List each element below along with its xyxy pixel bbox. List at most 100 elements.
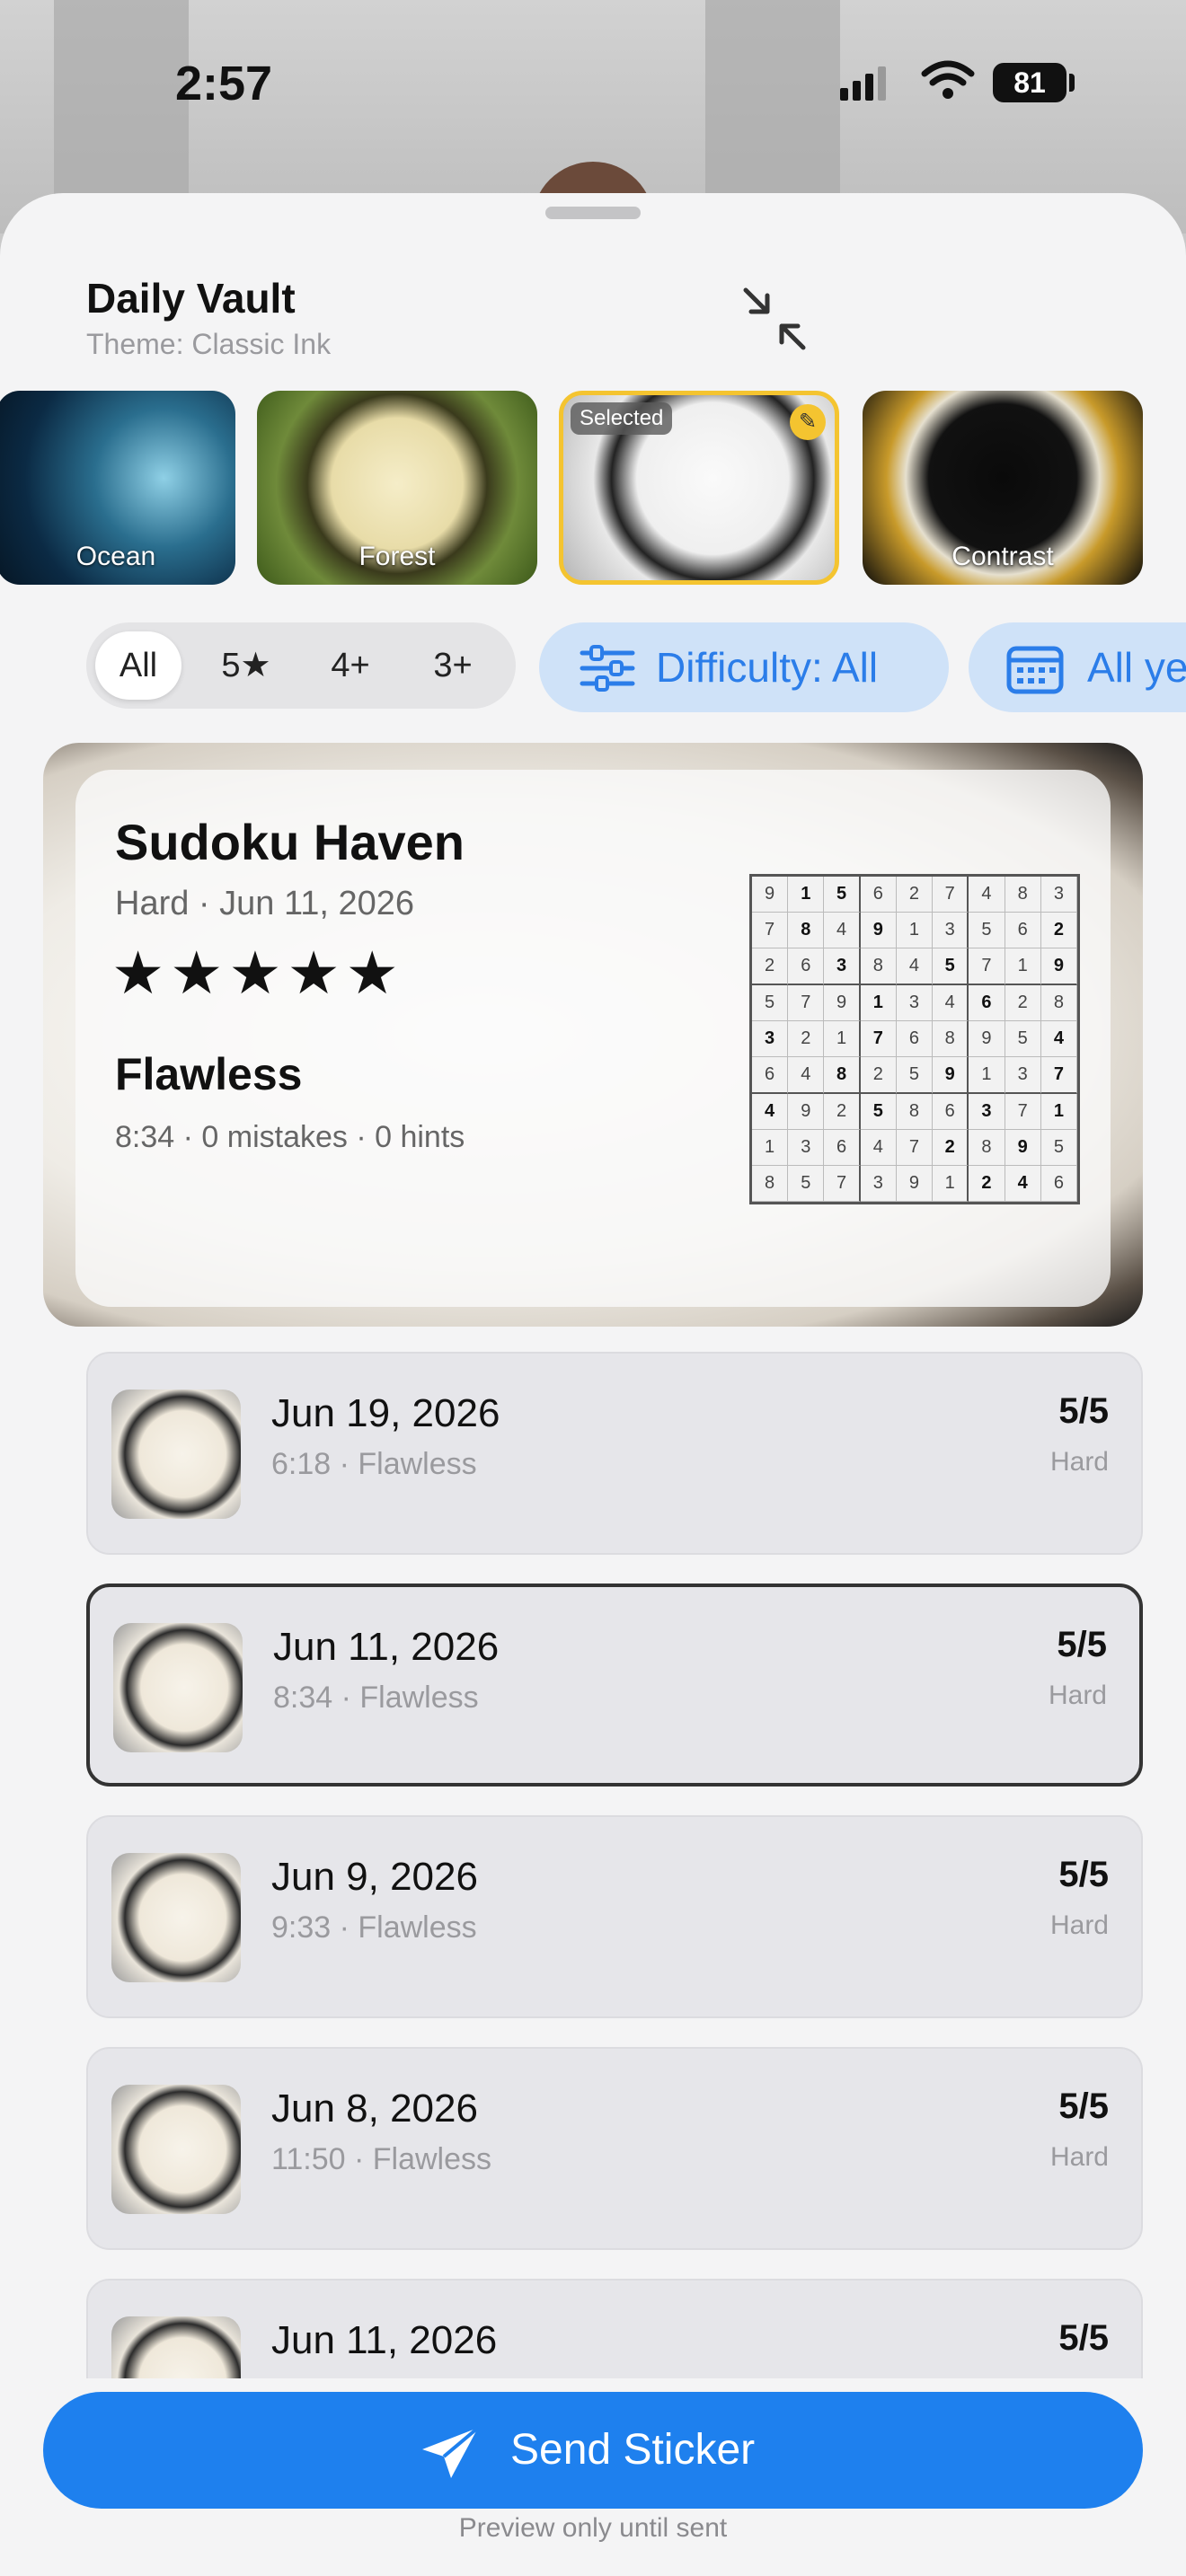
puzzle-list[interactable]: Jun 19, 2026 6:18 · Flawless 5/5 Hard Ju…: [86, 1352, 1143, 2378]
list-item-difficulty: Hard: [1049, 1910, 1109, 1940]
sudoku-cell: 8: [1005, 877, 1041, 913]
puzzle-meta: Hard · Jun 11, 2026: [115, 885, 415, 922]
list-item-selected[interactable]: Jun 11, 2026 8:34 · Flawless 5/5 Hard: [86, 1584, 1143, 1786]
pencil-icon[interactable]: ✎: [790, 404, 826, 440]
sudoku-cell: 1: [860, 985, 897, 1021]
rating-segmented-control[interactable]: All 5★ 4+ 3+: [86, 622, 516, 709]
sudoku-cell: 2: [896, 877, 934, 913]
theme-subtitle: Theme: Classic Ink: [86, 328, 332, 360]
sudoku-cell: 1: [933, 1166, 969, 1202]
difficulty-filter-button[interactable]: Difficulty: All: [539, 622, 949, 712]
sudoku-cell: 4: [860, 1130, 897, 1166]
sudoku-cell: 8: [788, 913, 825, 948]
sudoku-cell: 4: [1040, 1021, 1077, 1057]
sudoku-cell: 4: [752, 1094, 789, 1130]
list-item-date: Jun 19, 2026: [271, 1391, 500, 1435]
bottom-sheet: Daily Vault Theme: Classic Ink Ocean For…: [0, 193, 1186, 2576]
segment-5-star[interactable]: 5★: [199, 631, 293, 700]
sudoku-cell: 1: [969, 1057, 1005, 1094]
sudoku-cell: 1: [824, 1021, 861, 1057]
segment-3-plus[interactable]: 3+: [410, 631, 496, 700]
sudoku-cell: 5: [969, 913, 1005, 948]
theme-label: Ocean: [75, 542, 156, 571]
sudoku-cell: 5: [933, 948, 969, 985]
sudoku-cell: 4: [933, 985, 969, 1021]
sudoku-cell: 5: [788, 1166, 825, 1202]
sudoku-cell: 5: [1005, 1021, 1041, 1057]
list-item-date: Jun 8, 2026: [271, 2086, 478, 2130]
list-item-score: 5/5: [1058, 1855, 1109, 1894]
sudoku-cell: 3: [788, 1130, 825, 1166]
sudoku-cell: 9: [1040, 948, 1077, 985]
sudoku-cell: 9: [969, 1021, 1005, 1057]
theme-card-classic-ink[interactable]: Selected ✎: [559, 391, 839, 585]
list-item-difficulty: Hard: [1048, 1681, 1107, 1710]
send-sticker-button[interactable]: Send Sticker: [43, 2392, 1143, 2509]
sudoku-cell: 3: [752, 1021, 789, 1057]
sudoku-cell: 3: [969, 1094, 1005, 1130]
list-item-difficulty: Hard: [1049, 1447, 1109, 1477]
page-title: Daily Vault: [86, 275, 296, 322]
theme-card-ocean[interactable]: Ocean: [0, 391, 235, 585]
theme-card-contrast[interactable]: Contrast: [863, 391, 1143, 585]
list-item[interactable]: Jun 11, 2026 5/5: [86, 2279, 1143, 2378]
sudoku-cell: 3: [1040, 877, 1077, 913]
star-rating: ★★★★★: [111, 940, 404, 1006]
sudoku-cell: 9: [860, 913, 897, 948]
sudoku-cell: 7: [788, 985, 825, 1021]
puzzle-stats: 8:34 · 0 mistakes · 0 hints: [115, 1120, 465, 1154]
sudoku-cell: 8: [896, 1094, 934, 1130]
sudoku-cell: 7: [933, 877, 969, 913]
sudoku-cell: 9: [896, 1166, 934, 1202]
segment-all[interactable]: All: [95, 631, 181, 700]
sticker-preview[interactable]: Sudoku Haven Hard · Jun 11, 2026 ★★★★★ F…: [43, 743, 1143, 1327]
sudoku-cell: 7: [969, 948, 1005, 985]
list-item-time: 8:34 · Flawless: [273, 1681, 479, 1715]
sudoku-cell: 8: [752, 1166, 789, 1202]
paper-plane-icon: [422, 2426, 480, 2478]
sudoku-cell: 2: [860, 1057, 897, 1094]
list-item-score: 5/5: [1058, 2086, 1109, 2126]
sudoku-cell: 6: [969, 985, 1005, 1021]
sudoku-cell: 8: [969, 1130, 1005, 1166]
collapse-icon[interactable]: [739, 283, 810, 355]
list-item-score: 5/5: [1058, 2318, 1109, 2358]
sudoku-cell: 9: [788, 1094, 825, 1130]
calendar-icon: [1006, 646, 1064, 694]
list-item[interactable]: Jun 8, 2026 11:50 · Flawless 5/5 Hard: [86, 2047, 1143, 2250]
selected-badge: Selected: [571, 402, 673, 435]
puzzle-thumbnail: [113, 1623, 243, 1752]
sudoku-cell: 8: [860, 948, 897, 985]
sudoku-cell: 7: [896, 1130, 934, 1166]
theme-card-forest[interactable]: Forest: [257, 391, 537, 585]
sudoku-cell: 4: [969, 877, 1005, 913]
theme-carousel[interactable]: Ocean Forest Selected ✎ Contrast: [0, 391, 1186, 588]
list-item[interactable]: Jun 9, 2026 9:33 · Flawless 5/5 Hard: [86, 1815, 1143, 2018]
send-sticker-label: Send Sticker: [510, 2426, 756, 2474]
sudoku-cell: 1: [1005, 948, 1041, 985]
list-item-score: 5/5: [1057, 1625, 1107, 1664]
sudoku-cell: 5: [824, 877, 861, 913]
preview-note: Preview only until sent: [458, 2513, 728, 2543]
sudoku-cell: 2: [933, 1130, 969, 1166]
sudoku-cell: 6: [788, 948, 825, 985]
list-item[interactable]: Jun 19, 2026 6:18 · Flawless 5/5 Hard: [86, 1352, 1143, 1555]
status-time: 2:57: [175, 57, 273, 110]
battery-tip: [1069, 74, 1075, 92]
sudoku-cell: 6: [752, 1057, 789, 1094]
puzzle-thumbnail: [111, 1853, 241, 1982]
list-item-score: 5/5: [1058, 1391, 1109, 1431]
sudoku-cell: 6: [933, 1094, 969, 1130]
sudoku-cell: 7: [1040, 1057, 1077, 1094]
sudoku-cell: 4: [824, 913, 861, 948]
sudoku-cell: 1: [896, 913, 934, 948]
segment-4-plus[interactable]: 4+: [307, 631, 394, 700]
sudoku-cell: 6: [896, 1021, 934, 1057]
year-filter-button[interactable]: All ye: [969, 622, 1186, 712]
sheet-grabber[interactable]: [545, 207, 641, 219]
puzzle-thumbnail: [111, 2085, 241, 2214]
sudoku-cell: 4: [896, 948, 934, 985]
sudoku-cell: 5: [1040, 1130, 1077, 1166]
sudoku-cell: 7: [752, 913, 789, 948]
sudoku-cell: 5: [860, 1094, 897, 1130]
